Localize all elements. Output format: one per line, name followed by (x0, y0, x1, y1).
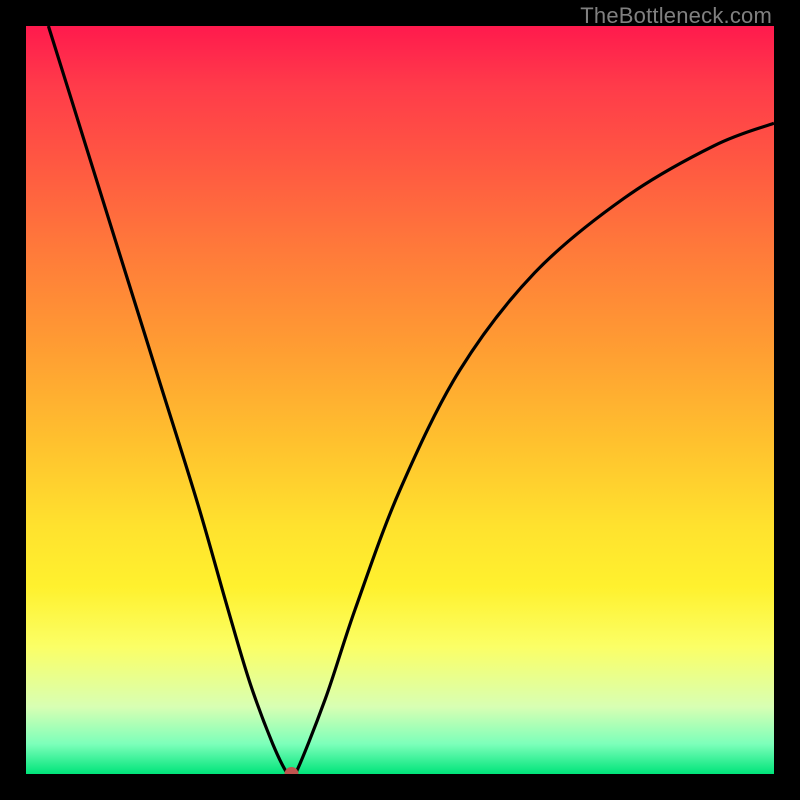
bottleneck-curve (48, 26, 774, 774)
plot-area (26, 26, 774, 774)
chart-frame: TheBottleneck.com (0, 0, 800, 800)
curve-svg (26, 26, 774, 774)
curve-path (48, 26, 774, 774)
watermark-text: TheBottleneck.com (580, 3, 772, 29)
